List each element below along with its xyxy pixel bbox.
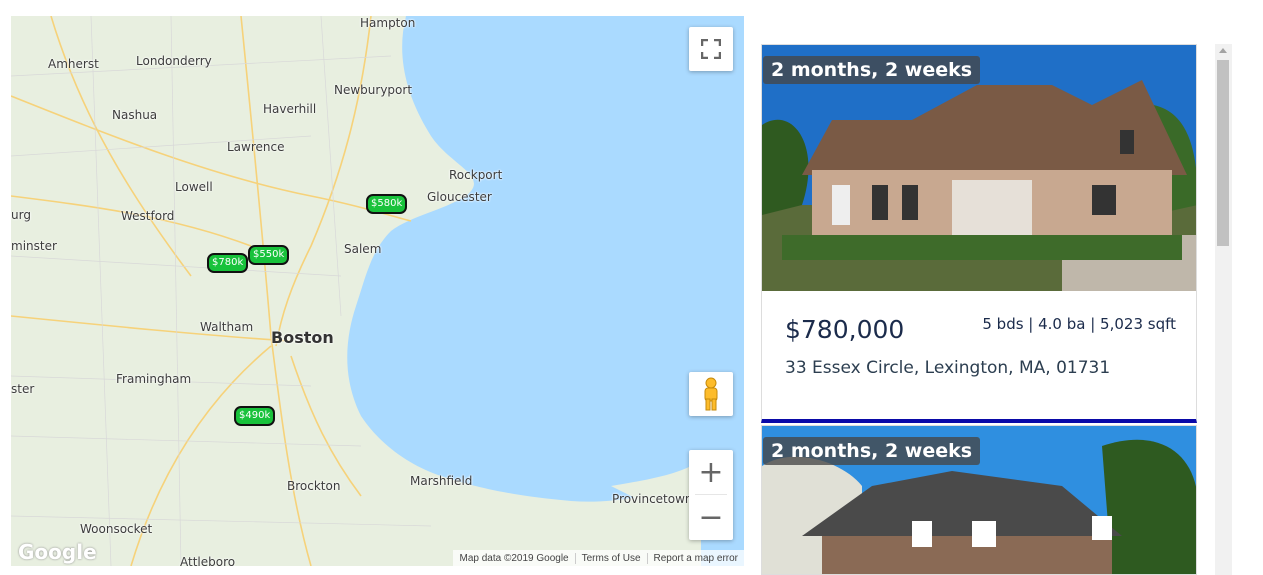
place-label: Marshfield [410,474,473,488]
map[interactable]: Hampton Amherst Londonderry Haverhill Ne… [11,16,744,566]
pegman-icon [704,377,718,411]
place-label: Newburyport [334,83,413,97]
place-label: ster [11,382,35,396]
place-label: Amherst [48,57,99,71]
place-label: Nashua [112,108,158,122]
zoom-in-button[interactable]: + [689,450,733,494]
place-label: Framingham [116,372,192,386]
place-label: Provincetown [612,492,693,506]
place-label: Haverhill [263,102,317,116]
google-logo: Google [18,540,97,564]
listing-photo: 2 months, 2 weeks [762,426,1196,574]
map-data-label: Map data ©2019 Google [453,552,576,564]
place-label: Attleboro [180,555,236,566]
price-pin[interactable]: $490k [234,406,276,426]
place-label: Woonsocket [80,522,153,536]
place-label: Londonderry [136,54,212,68]
place-label: Hampton [360,16,416,30]
place-label: Gloucester [427,190,492,204]
place-label: urg [11,208,31,222]
place-label: Salem [344,242,382,256]
listing-card[interactable]: 2 months, 2 weeks $780,000 5 bds | 4.0 b… [761,44,1197,423]
listing-age-badge: 2 months, 2 weeks [763,56,981,84]
price-pin[interactable]: $780k [207,253,249,273]
place-label: Brockton [287,479,341,493]
listing-photo: 2 months, 2 weeks [762,45,1196,291]
price-pin[interactable]: $550k [248,245,290,265]
listing-age-badge: 2 months, 2 weeks [763,437,981,465]
place-label: Lowell [175,180,213,194]
listing-card[interactable]: 2 months, 2 weeks [761,425,1197,575]
place-label: Boston [271,328,334,347]
zoom-out-button[interactable]: − [689,495,733,539]
fullscreen-button[interactable] [689,27,733,71]
scrollbar[interactable] [1215,44,1232,575]
zoom-control: + − [689,450,733,540]
listing-price: $780,000 [785,315,905,344]
street-view-button[interactable] [689,372,733,416]
place-label: Rockport [449,168,503,182]
fullscreen-icon [701,39,721,59]
place-label: Waltham [200,320,254,334]
place-label: Westford [121,209,175,223]
scrollbar-thumb[interactable] [1217,60,1229,246]
price-pin[interactable]: $580k [366,194,408,214]
report-error-link[interactable]: Report a map error [648,553,744,564]
listing-specs: 5 bds | 4.0 ba | 5,023 sqft [982,315,1176,333]
map-base [11,16,711,566]
terms-link[interactable]: Terms of Use [576,552,648,564]
scroll-up-arrow-icon[interactable] [1219,48,1227,53]
listing-address: 33 Essex Circle, Lexington, MA, 01731 [785,358,1111,378]
place-label: Lawrence [227,140,285,154]
map-attribution: Map data ©2019 Google Terms of Use Repor… [453,550,744,566]
place-label: minster [11,239,57,253]
